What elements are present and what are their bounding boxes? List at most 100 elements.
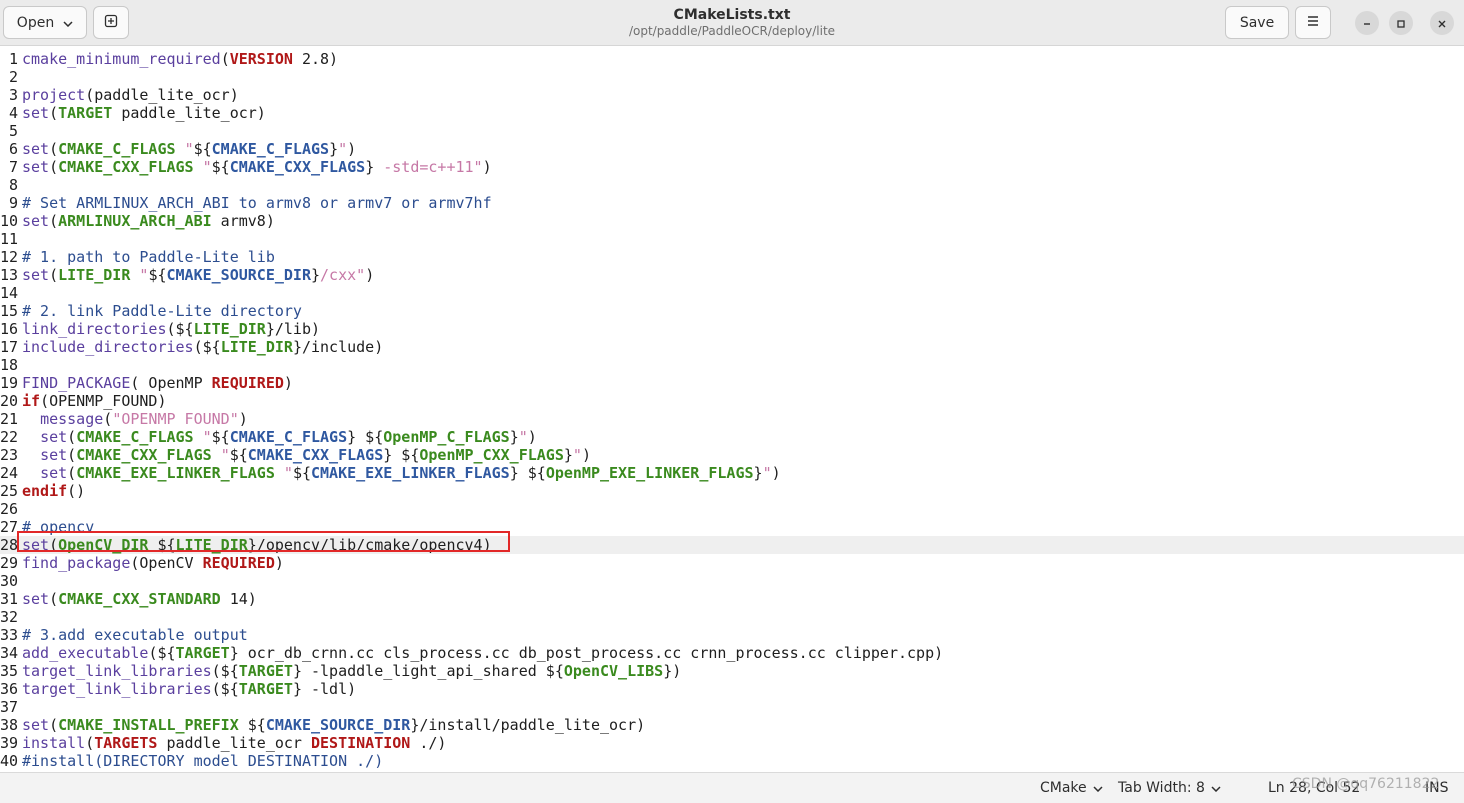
code-line[interactable]: 1 cmake_minimum_required(VERSION 2.8): [0, 50, 1464, 68]
code-text[interactable]: set(CMAKE_C_FLAGS "${CMAKE_C_FLAGS}"): [22, 140, 356, 158]
save-button[interactable]: Save: [1225, 6, 1289, 39]
code-line[interactable]: 12 # 1. path to Paddle-Lite lib: [0, 248, 1464, 266]
line-number: 38: [0, 716, 19, 734]
code-text[interactable]: target_link_libraries(${TARGET} -lpaddle…: [22, 662, 681, 680]
language-selector[interactable]: CMake: [1040, 780, 1103, 796]
code-line[interactable]: 20 if(OPENMP_FOUND): [0, 392, 1464, 410]
code-line[interactable]: 16 link_directories(${LITE_DIR}/lib): [0, 320, 1464, 338]
code-line[interactable]: 36 target_link_libraries(${TARGET} -ldl): [0, 680, 1464, 698]
code-line[interactable]: 34 add_executable(${TARGET} ocr_db_crnn.c…: [0, 644, 1464, 662]
code-text[interactable]: # Set ARMLINUX_ARCH_ABI to armv8 or armv…: [22, 194, 492, 212]
code-line[interactable]: 27 # opencv: [0, 518, 1464, 536]
line-number: 4: [8, 104, 18, 122]
code-text[interactable]: # 1. path to Paddle-Lite lib: [22, 248, 275, 266]
code-line[interactable]: 2: [0, 68, 1464, 86]
line-number: 9: [8, 194, 18, 212]
code-line[interactable]: 11: [0, 230, 1464, 248]
code-line[interactable]: 25 endif(): [0, 482, 1464, 500]
code-text[interactable]: # 2. link Paddle-Lite directory: [22, 302, 302, 320]
maximize-button[interactable]: [1389, 11, 1413, 35]
code-line[interactable]: 37: [0, 698, 1464, 716]
code-line[interactable]: 18: [0, 356, 1464, 374]
code-line[interactable]: 32: [0, 608, 1464, 626]
line-number: 12: [0, 248, 19, 266]
code-line[interactable]: 5: [0, 122, 1464, 140]
cursor-position[interactable]: Ln 28, Col 52: [1268, 780, 1360, 796]
code-text[interactable]: set(ARMLINUX_ARCH_ABI armv8): [22, 212, 275, 230]
code-text[interactable]: message("OPENMP FOUND"): [22, 410, 248, 428]
code-text[interactable]: set(CMAKE_CXX_STANDARD 14): [22, 590, 257, 608]
window-title-area: CMakeLists.txt /opt/paddle/PaddleOCR/dep…: [500, 6, 964, 39]
code-line[interactable]: 19 FIND_PACKAGE( OpenMP REQUIRED): [0, 374, 1464, 392]
code-line[interactable]: 24 set(CMAKE_EXE_LINKER_FLAGS "${CMAKE_E…: [0, 464, 1464, 482]
code-text[interactable]: link_directories(${LITE_DIR}/lib): [22, 320, 320, 338]
code-text[interactable]: set(CMAKE_CXX_FLAGS "${CMAKE_CXX_FLAGS} …: [22, 158, 492, 176]
code-text[interactable]: FIND_PACKAGE( OpenMP REQUIRED): [22, 374, 293, 392]
code-line[interactable]: 21 message("OPENMP FOUND"): [0, 410, 1464, 428]
code-text[interactable]: set(LITE_DIR "${CMAKE_SOURCE_DIR}/cxx"): [22, 266, 374, 284]
code-line[interactable]: 35 target_link_libraries(${TARGET} -lpadd…: [0, 662, 1464, 680]
code-text[interactable]: target_link_libraries(${TARGET} -ldl): [22, 680, 356, 698]
line-number: 26: [0, 500, 19, 518]
code-line[interactable]: 10 set(ARMLINUX_ARCH_ABI armv8): [0, 212, 1464, 230]
main-menu-button[interactable]: [1295, 6, 1331, 39]
code-line[interactable]: 13 set(LITE_DIR "${CMAKE_SOURCE_DIR}/cxx"…: [0, 266, 1464, 284]
code-text[interactable]: set(CMAKE_INSTALL_PREFIX ${CMAKE_SOURCE_…: [22, 716, 645, 734]
chevron-down-icon: [1211, 780, 1221, 796]
code-line[interactable]: 39 install(TARGETS paddle_lite_ocr DESTIN…: [0, 734, 1464, 752]
code-editor[interactable]: 1 cmake_minimum_required(VERSION 2.8) 2 3 pr…: [0, 47, 1464, 772]
line-number: 33: [0, 626, 19, 644]
code-text[interactable]: #install(DIRECTORY model DESTINATION ./): [22, 752, 383, 770]
line-number: 29: [0, 554, 19, 572]
line-number: 18: [0, 356, 19, 374]
code-text[interactable]: cmake_minimum_required(VERSION 2.8): [22, 50, 338, 68]
code-text[interactable]: find_package(OpenCV REQUIRED): [22, 554, 284, 572]
code-line[interactable]: 4 set(TARGET paddle_lite_ocr): [0, 104, 1464, 122]
code-line[interactable]: 23 set(CMAKE_CXX_FLAGS "${CMAKE_CXX_FLAG…: [0, 446, 1464, 464]
insert-mode[interactable]: INS: [1425, 780, 1449, 796]
tab-width-selector[interactable]: Tab Width: 8: [1118, 780, 1221, 796]
code-line[interactable]: 31 set(CMAKE_CXX_STANDARD 14): [0, 590, 1464, 608]
code-text[interactable]: project(paddle_lite_ocr): [22, 86, 239, 104]
code-line[interactable]: 40 #install(DIRECTORY model DESTINATION .…: [0, 752, 1464, 770]
open-button[interactable]: Open: [3, 6, 87, 39]
code-line[interactable]: 8: [0, 176, 1464, 194]
line-number: 40: [0, 752, 19, 770]
line-number: 13: [0, 266, 19, 284]
code-text[interactable]: set(OpenCV_DIR ${LITE_DIR}/opencv/lib/cm…: [22, 536, 492, 554]
line-number: 2: [8, 68, 18, 86]
code-line[interactable]: 9 # Set ARMLINUX_ARCH_ABI to armv8 or arm…: [0, 194, 1464, 212]
code-line[interactable]: 17 include_directories(${LITE_DIR}/includ…: [0, 338, 1464, 356]
code-line[interactable]: 14: [0, 284, 1464, 302]
code-text[interactable]: if(OPENMP_FOUND): [22, 392, 167, 410]
code-text[interactable]: endif(): [22, 482, 85, 500]
code-text[interactable]: include_directories(${LITE_DIR}/include): [22, 338, 383, 356]
code-text[interactable]: add_executable(${TARGET} ocr_db_crnn.cc …: [22, 644, 943, 662]
code-line[interactable]: 29 find_package(OpenCV REQUIRED): [0, 554, 1464, 572]
code-text[interactable]: # opencv: [22, 518, 94, 536]
file-title: CMakeLists.txt: [673, 7, 791, 23]
code-text[interactable]: set(CMAKE_EXE_LINKER_FLAGS "${CMAKE_EXE_…: [22, 464, 781, 482]
code-line[interactable]: 15 # 2. link Paddle-Lite directory: [0, 302, 1464, 320]
code-line-current[interactable]: 28 set(OpenCV_DIR ${LITE_DIR}/opencv/lib/…: [0, 536, 1464, 554]
code-text[interactable]: install(TARGETS paddle_lite_ocr DESTINAT…: [22, 734, 446, 752]
code-line[interactable]: 22 set(CMAKE_C_FLAGS "${CMAKE_C_FLAGS} $…: [0, 428, 1464, 446]
code-line[interactable]: 3 project(paddle_lite_ocr): [0, 86, 1464, 104]
code-line[interactable]: 30: [0, 572, 1464, 590]
code-line[interactable]: 6 set(CMAKE_C_FLAGS "${CMAKE_C_FLAGS}"): [0, 140, 1464, 158]
code-line[interactable]: 26: [0, 500, 1464, 518]
new-tab-button[interactable]: [93, 6, 129, 39]
close-button[interactable]: [1430, 11, 1454, 35]
code-line[interactable]: 33 # 3.add executable output: [0, 626, 1464, 644]
code-text[interactable]: set(TARGET paddle_lite_ocr): [22, 104, 266, 122]
code-text[interactable]: set(CMAKE_CXX_FLAGS "${CMAKE_CXX_FLAGS} …: [22, 446, 591, 464]
code-line[interactable]: 7 set(CMAKE_CXX_FLAGS "${CMAKE_CXX_FLAGS}…: [0, 158, 1464, 176]
line-number: 6: [8, 140, 18, 158]
line-number: 32: [0, 608, 19, 626]
line-number: 14: [0, 284, 19, 302]
chevron-down-icon: [1093, 780, 1103, 796]
code-line[interactable]: 38 set(CMAKE_INSTALL_PREFIX ${CMAKE_SOURC…: [0, 716, 1464, 734]
minimize-button[interactable]: [1355, 11, 1379, 35]
code-text[interactable]: set(CMAKE_C_FLAGS "${CMAKE_C_FLAGS} ${Op…: [22, 428, 537, 446]
code-text[interactable]: # 3.add executable output: [22, 626, 248, 644]
